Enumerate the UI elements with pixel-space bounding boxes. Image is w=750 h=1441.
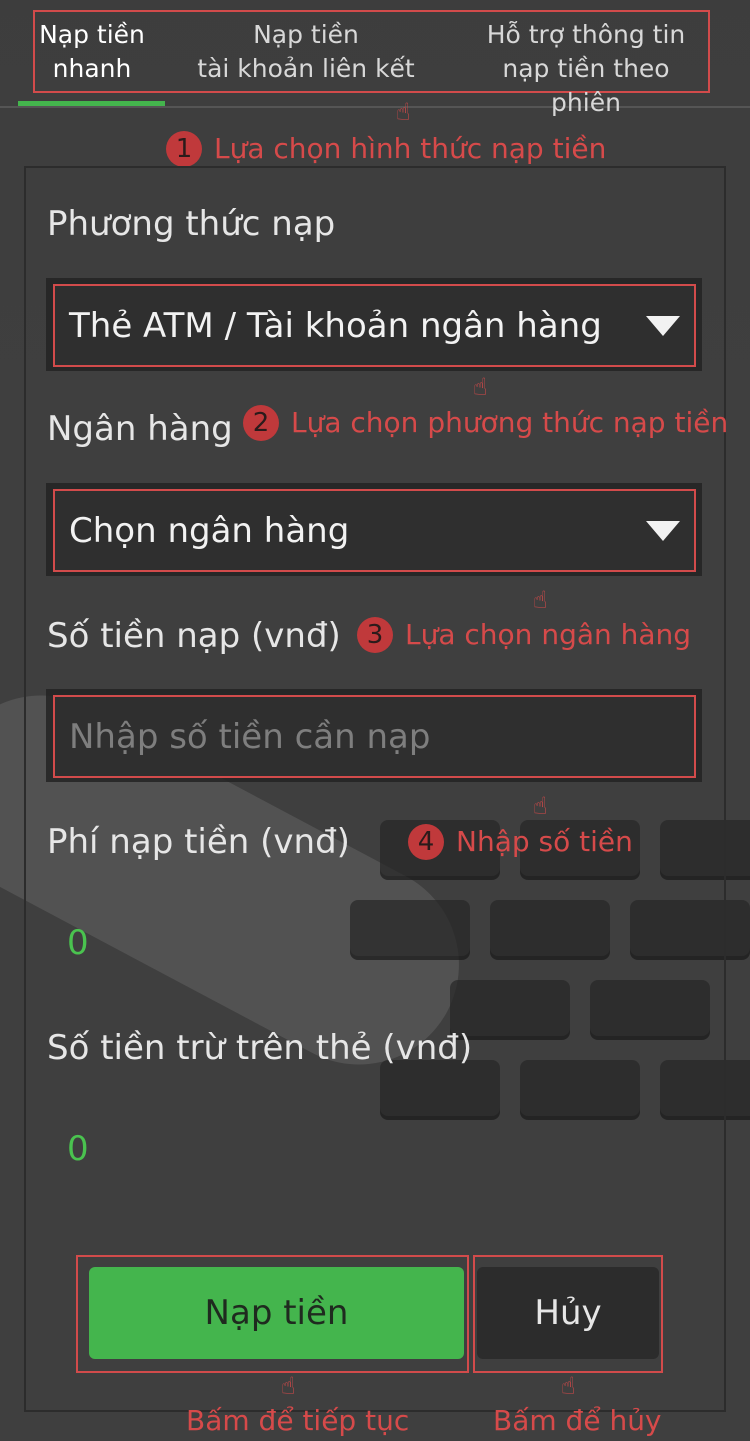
tab-linked-account[interactable]: Nạp tiền tài khoản liên kết [190, 18, 422, 86]
fee-label: Phí nạp tiền (vnđ) [47, 822, 350, 862]
step-2-text: Lựa chọn phương thức nạp tiền [291, 406, 729, 439]
bank-label: Ngân hàng [47, 409, 233, 449]
cancel-button[interactable]: Hủy [477, 1267, 659, 1359]
annotation-step-1: 1 Lựa chọn hình thức nạp tiền [166, 131, 606, 167]
annotation-step-4: 4 Nhập số tiền [408, 824, 633, 860]
active-tab-indicator [18, 101, 165, 106]
tab-linked-account-line2: tài khoản liên kết [197, 54, 415, 83]
tab-linked-account-line1: Nạp tiền [253, 20, 359, 49]
deduct-label: Số tiền trừ trên thẻ (vnđ) [47, 1028, 473, 1068]
pointing-hand-icon: ☝ [533, 792, 548, 820]
tab-quick-deposit-line2: nhanh [52, 54, 132, 83]
pointing-hand-icon: ☝ [561, 1372, 576, 1400]
annotation-continue: Bấm để tiếp tục [186, 1404, 410, 1437]
caret-down-icon [646, 521, 680, 541]
step-2-badge: 2 [243, 405, 279, 441]
annotation-step-2: 2 Lựa chọn phương thức nạp tiền [243, 405, 728, 441]
step-4-text: Nhập số tiền [456, 825, 633, 858]
pointing-hand-icon: ☝ [396, 98, 411, 126]
step-4-badge: 4 [408, 824, 444, 860]
fee-value: 0 [67, 923, 89, 963]
amount-input-box [53, 695, 696, 778]
tab-session-support-line2: nạp tiền theo phiên [502, 54, 670, 117]
deduct-value: 0 [67, 1129, 89, 1169]
step-3-text: Lựa chọn ngân hàng [405, 618, 692, 651]
tab-quick-deposit[interactable]: Nạp tiền nhanh [30, 18, 154, 86]
pointing-hand-icon: ☝ [281, 1372, 296, 1400]
deposit-tabs: Nạp tiền nhanh Nạp tiền tài khoản liên k… [0, 0, 750, 117]
method-select[interactable]: Thẻ ATM / Tài khoản ngân hàng [53, 284, 696, 367]
method-label: Phương thức nạp [47, 204, 336, 244]
tab-session-support[interactable]: Hỗ trợ thông tin nạp tiền theo phiên [464, 18, 708, 120]
annotation-step-3: 3 Lựa chọn ngân hàng [357, 617, 691, 653]
caret-down-icon [646, 316, 680, 336]
method-select-value: Thẻ ATM / Tài khoản ngân hàng [69, 306, 602, 346]
amount-input[interactable] [55, 697, 694, 776]
bank-select[interactable]: Chọn ngân hàng [53, 489, 696, 572]
amount-label: Số tiền nạp (vnđ) [47, 616, 341, 656]
annotation-cancel: Bấm để hủy [493, 1404, 662, 1437]
pointing-hand-icon: ☝ [473, 373, 488, 401]
tab-quick-deposit-line1: Nạp tiền [39, 20, 145, 49]
pointing-hand-icon: ☝ [533, 586, 548, 614]
submit-button[interactable]: Nạp tiền [89, 1267, 464, 1359]
step-1-text: Lựa chọn hình thức nạp tiền [214, 132, 607, 165]
step-1-badge: 1 [166, 131, 202, 167]
tab-session-support-line1: Hỗ trợ thông tin [486, 20, 686, 49]
step-3-badge: 3 [357, 617, 393, 653]
bank-select-value: Chọn ngân hàng [69, 511, 350, 551]
